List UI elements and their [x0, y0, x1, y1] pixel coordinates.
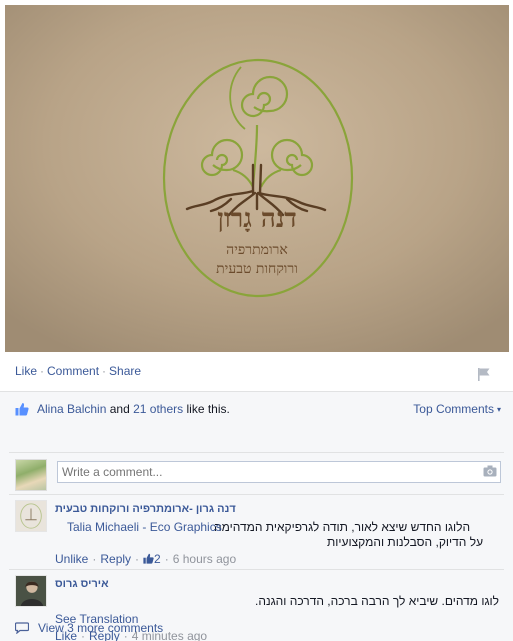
likes-connector: and: [109, 402, 130, 416]
likes-summary: Alina Balchin and 21 others like this.: [15, 401, 230, 417]
share-link[interactable]: Share: [109, 364, 141, 378]
view-more-comments[interactable]: View 3 more comments: [15, 621, 163, 635]
post-photo[interactable]: דנה גָרון ארומתרפיה ורוקחות טבעית: [5, 5, 509, 352]
comment-author[interactable]: איריס גרוס: [55, 578, 109, 590]
comment-link[interactable]: Comment: [47, 364, 99, 378]
camera-icon[interactable]: [483, 465, 497, 477]
comment-time: 6 hours ago: [172, 552, 237, 566]
flag-icon[interactable]: [477, 367, 491, 381]
comment-input[interactable]: [57, 461, 501, 483]
comment-author[interactable]: דנה גרון -ארומתרפיה ורוקחות טבעית: [55, 503, 236, 515]
tagged-page-link[interactable]: Talia Michaeli - Eco Graphics: [67, 520, 222, 534]
divider: [9, 494, 504, 495]
like-link[interactable]: Like: [15, 364, 37, 378]
avatar[interactable]: [15, 459, 47, 491]
avatar[interactable]: [15, 500, 47, 532]
feedback-section: Alina Balchin and 21 others like this. T…: [0, 391, 513, 641]
post-footer: Like · Comment · Share Alina Balchin and 21 …: [0, 357, 513, 641]
logo-artwork: דנה גָרון ארומתרפיה ורוקחות טבעית: [5, 5, 509, 352]
comment-bubble-icon: [15, 622, 29, 634]
liker-name[interactable]: Alina Balchin: [37, 402, 106, 416]
chevron-down-icon: ▾: [496, 405, 501, 415]
post-actions: Like · Comment · Share: [15, 364, 141, 378]
divider: [9, 452, 504, 453]
reply-link[interactable]: Reply: [100, 552, 131, 566]
likes-suffix: like this.: [186, 402, 230, 416]
separator: ·: [102, 364, 107, 378]
top-comments-dropdown[interactable]: Top Comments ▾: [413, 402, 501, 416]
like-count: 2: [154, 552, 161, 566]
comment-like-count[interactable]: 2: [143, 552, 161, 566]
avatar[interactable]: [15, 575, 47, 607]
divider: [9, 569, 504, 570]
comment-meta: Unlike · Reply · 2 · 6 hours ago: [55, 552, 237, 566]
unlike-link[interactable]: Unlike: [55, 552, 88, 566]
comment-text-line2: על הדיוק, הסבלנות והמקצועיות: [327, 535, 484, 549]
logo-tagline-2: ורוקחות טבעית: [216, 261, 298, 277]
top-comments-label: Top Comments: [413, 402, 494, 416]
thumbs-up-icon: [143, 553, 154, 564]
comment-text-line1: הלוגו החדש שיצא לאור, תודה לגרפיקאית המד…: [214, 520, 471, 534]
logo-tagline-1: ארומתרפיה: [226, 242, 288, 258]
others-link[interactable]: 21 others: [133, 402, 183, 416]
thumbs-up-icon: [15, 403, 29, 416]
view-more-label: View 3 more comments: [38, 621, 164, 635]
separator: ·: [40, 364, 45, 378]
post-photo-container: דנה גָרון ארומתרפיה ורוקחות טבעית: [0, 0, 513, 357]
logo-name: דנה גָרון: [217, 204, 297, 234]
comment-text-line1: לוגו מדהים. שיביא לך הרבה ברכה, הדרכה וה…: [255, 594, 500, 608]
